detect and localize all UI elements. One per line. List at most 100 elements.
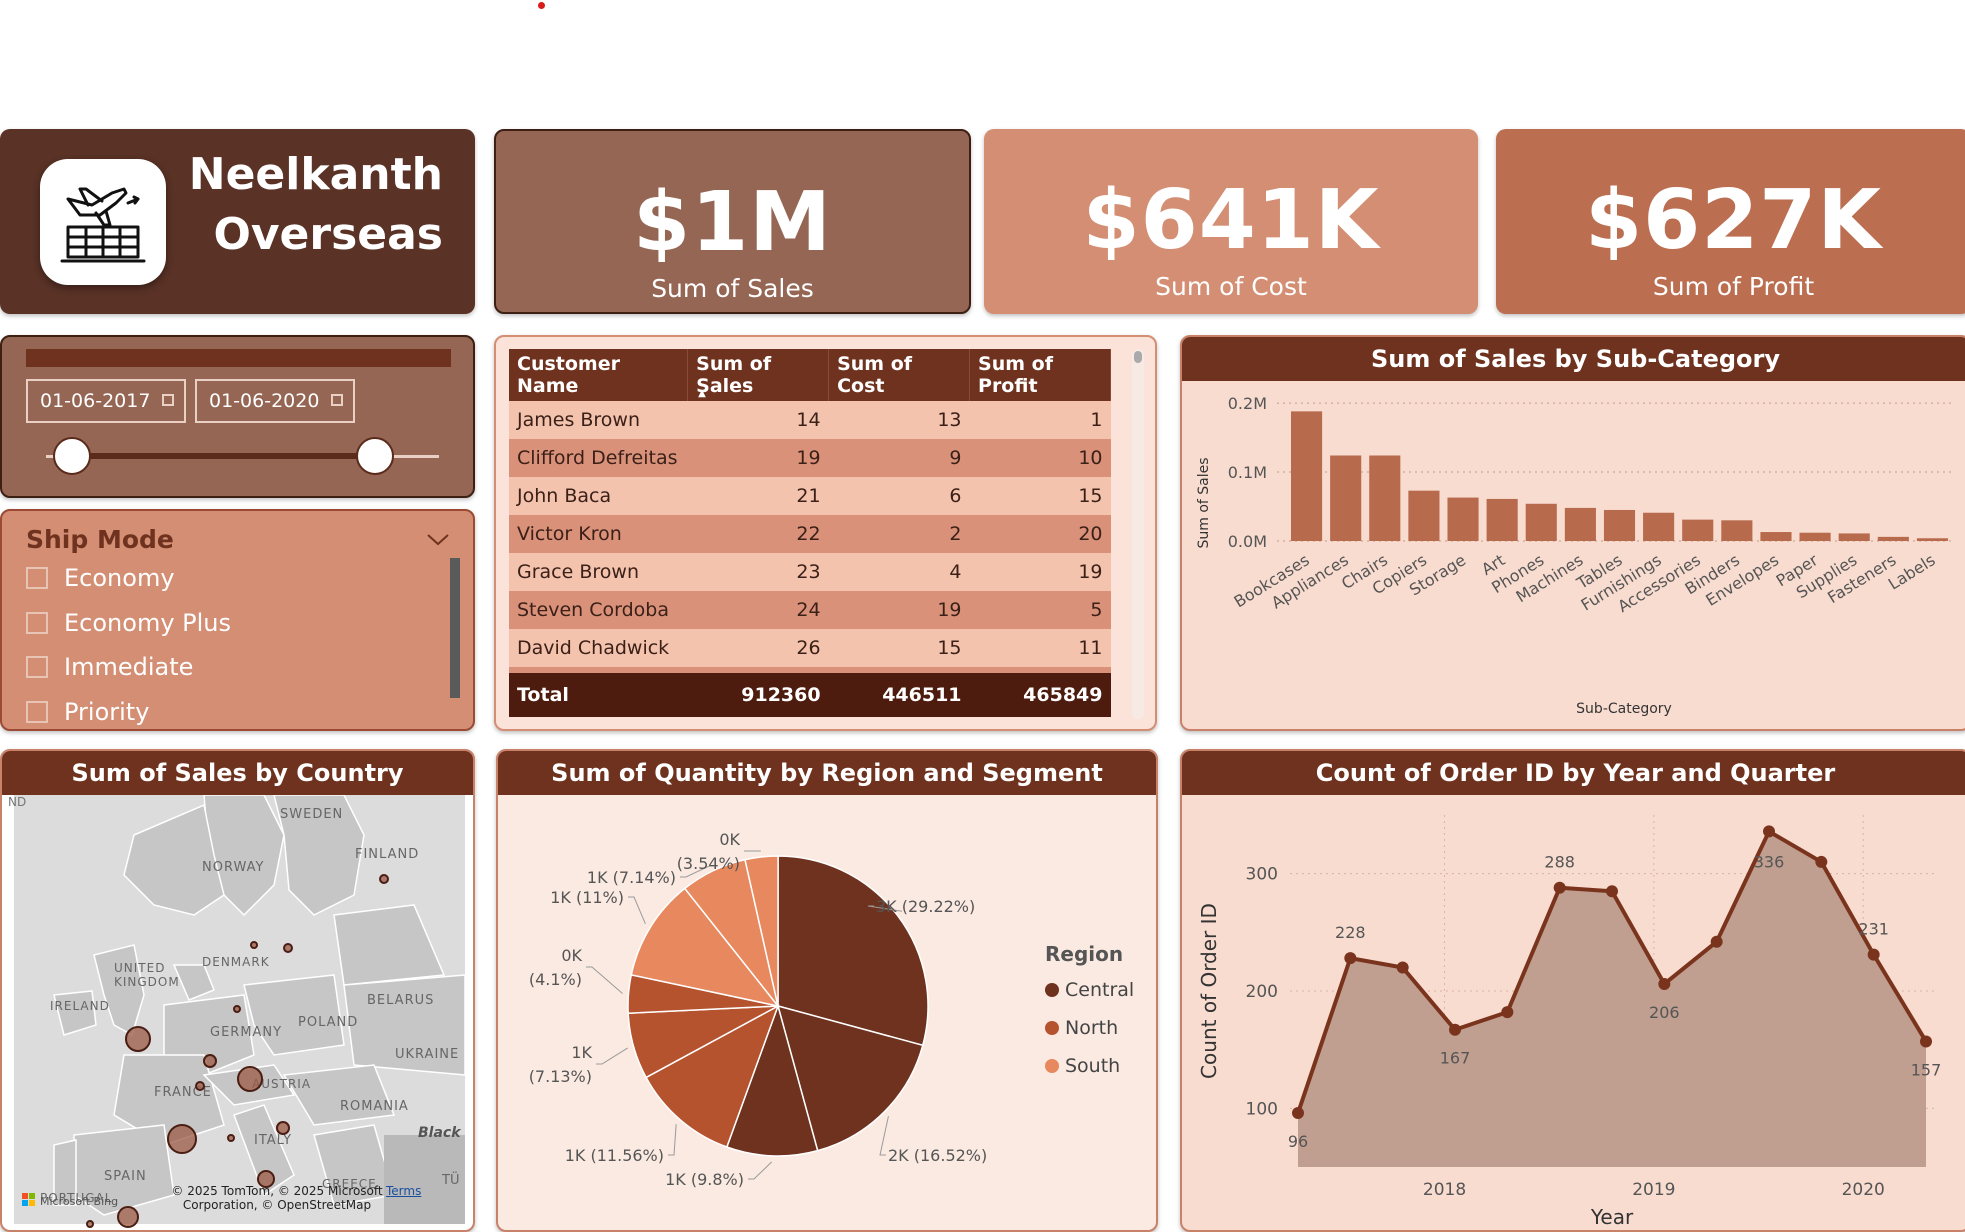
bar[interactable] bbox=[1330, 455, 1362, 541]
data-point[interactable] bbox=[1815, 855, 1828, 868]
map-bubble[interactable] bbox=[117, 1206, 139, 1228]
brand-line-1: Neelkanth bbox=[188, 149, 443, 200]
calendar-icon[interactable] bbox=[331, 394, 343, 406]
map-bubble[interactable] bbox=[283, 943, 293, 953]
data-point[interactable] bbox=[1553, 881, 1566, 894]
column-header-sorted[interactable]: Sum of Sales ▲ bbox=[687, 349, 830, 401]
bar[interactable] bbox=[1486, 498, 1518, 541]
y-tick-label: 200 bbox=[1246, 982, 1278, 1002]
map-bubble[interactable] bbox=[86, 1220, 94, 1228]
table-row[interactable]: David Chadwick 26 15 11 bbox=[509, 629, 1111, 667]
bar[interactable] bbox=[1369, 455, 1401, 541]
data-point[interactable] bbox=[1867, 948, 1880, 961]
data-point[interactable] bbox=[1396, 961, 1409, 974]
ship-option-priority[interactable]: Priority bbox=[26, 697, 149, 727]
data-point[interactable] bbox=[1658, 977, 1671, 990]
bar[interactable] bbox=[1721, 520, 1753, 541]
x-tick-label: 2020 bbox=[1842, 1180, 1885, 1200]
bar[interactable] bbox=[1760, 532, 1792, 541]
end-date-input[interactable]: 01-06-2020 bbox=[195, 379, 355, 423]
start-date-input[interactable]: 01-06-2017 bbox=[26, 379, 186, 423]
bar[interactable] bbox=[1447, 497, 1479, 541]
map-bubble[interactable] bbox=[250, 941, 258, 949]
terms-link[interactable]: Terms bbox=[386, 1184, 421, 1198]
data-point[interactable] bbox=[1710, 935, 1723, 948]
bar[interactable] bbox=[1291, 411, 1323, 541]
checkbox[interactable] bbox=[26, 701, 48, 723]
x-tick-label: 2018 bbox=[1423, 1180, 1466, 1200]
bar[interactable] bbox=[1838, 533, 1870, 541]
data-point[interactable] bbox=[1920, 1035, 1932, 1048]
checkbox[interactable] bbox=[26, 656, 48, 678]
map-bubble[interactable] bbox=[276, 1121, 290, 1135]
cell: 465849 bbox=[969, 673, 1111, 717]
scrollbar[interactable] bbox=[450, 558, 460, 698]
column-header[interactable]: Sum of Cost bbox=[828, 349, 971, 401]
cell: 19 bbox=[828, 591, 970, 629]
ship-option-immediate[interactable]: Immediate bbox=[26, 652, 193, 682]
table-scrollbar[interactable] bbox=[1132, 349, 1144, 719]
calendar-icon[interactable] bbox=[162, 394, 174, 406]
column-header[interactable]: Sum of Profit bbox=[969, 349, 1111, 401]
bar[interactable] bbox=[1643, 512, 1675, 541]
slider-start-handle[interactable] bbox=[53, 437, 91, 475]
checkbox[interactable] bbox=[26, 567, 48, 589]
bar[interactable] bbox=[1916, 538, 1948, 541]
legend-title: Region bbox=[1045, 942, 1124, 966]
legend-item-north[interactable]: North bbox=[1045, 1009, 1134, 1047]
data-point[interactable] bbox=[1344, 952, 1357, 965]
ship-option-economy[interactable]: Economy bbox=[26, 563, 175, 593]
cell: 10 bbox=[969, 439, 1111, 477]
data-point[interactable] bbox=[1501, 1006, 1514, 1019]
data-point[interactable] bbox=[1606, 885, 1618, 898]
map-attribution: © 2025 TomTom, © 2025 Microsoft Corporat… bbox=[162, 1184, 392, 1212]
bar[interactable] bbox=[1603, 509, 1636, 541]
area-chart: 100 200 300 2018 2019 2020 96 228 167 288 206 336 23… bbox=[1197, 815, 1941, 1229]
option-label: Economy bbox=[64, 564, 175, 592]
ship-option-economy-plus[interactable]: Economy Plus bbox=[26, 608, 231, 638]
map-bubble[interactable] bbox=[227, 1134, 235, 1142]
map-bubble[interactable] bbox=[233, 1005, 241, 1013]
scrollbar-thumb[interactable] bbox=[1134, 351, 1142, 363]
map-label: IRELAND bbox=[50, 999, 110, 1013]
bar[interactable] bbox=[1564, 507, 1596, 541]
table-row[interactable]: Steven Cordoba 24 19 5 bbox=[509, 591, 1111, 629]
table-row[interactable]: James Brown 14 13 1 bbox=[509, 401, 1111, 439]
bar[interactable] bbox=[1877, 536, 1909, 541]
table-total-row: Total 912360 446511 465849 bbox=[509, 673, 1111, 717]
map-label: POLAND bbox=[298, 1015, 359, 1030]
data-label: 96 bbox=[1288, 1132, 1308, 1151]
quantity-by-region-card: Sum of Quantity by Region and Segment 3K… bbox=[496, 749, 1158, 1232]
data-point[interactable] bbox=[1292, 1107, 1304, 1120]
chevron-down-icon[interactable] bbox=[426, 533, 450, 547]
slider-end-handle[interactable] bbox=[356, 437, 394, 475]
table-row[interactable]: John Baca 21 6 15 bbox=[509, 477, 1111, 515]
map-bubble[interactable] bbox=[379, 874, 389, 884]
map-bubble[interactable] bbox=[237, 1066, 263, 1092]
map-bubble[interactable] bbox=[257, 1170, 275, 1188]
map-bubble[interactable] bbox=[195, 1081, 205, 1091]
y-axis-title: Count of Order ID bbox=[1197, 903, 1221, 1079]
table-row[interactable]: Victor Kron 22 2 20 bbox=[509, 515, 1111, 553]
slicer-title: Ship Mode bbox=[26, 525, 174, 554]
legend-item-south[interactable]: South bbox=[1045, 1047, 1134, 1085]
table-row[interactable]: Clifford Defreitas 19 9 10 bbox=[509, 439, 1111, 477]
data-point[interactable] bbox=[1763, 825, 1775, 838]
checkbox[interactable] bbox=[26, 612, 48, 634]
bar[interactable] bbox=[1525, 503, 1557, 541]
slice-label: 1K (11.56%) bbox=[565, 1146, 664, 1165]
leader-line bbox=[628, 896, 646, 925]
map-bubble[interactable] bbox=[203, 1054, 217, 1068]
cell: 9 bbox=[828, 439, 970, 477]
data-label: 167 bbox=[1440, 1049, 1471, 1068]
data-point[interactable] bbox=[1449, 1023, 1461, 1036]
map-bubble[interactable] bbox=[125, 1026, 151, 1052]
bar[interactable] bbox=[1682, 519, 1714, 541]
legend-item-central[interactable]: Central bbox=[1045, 971, 1134, 1009]
bar[interactable] bbox=[1408, 490, 1440, 541]
column-header[interactable]: Customer Name bbox=[509, 349, 689, 401]
attribution-text: © 2025 TomTom, © 2025 Microsoft Corporat… bbox=[171, 1184, 383, 1212]
table-row[interactable]: Grace Brown 23 4 19 bbox=[509, 553, 1111, 591]
map-bubble[interactable] bbox=[167, 1124, 197, 1154]
bar[interactable] bbox=[1799, 532, 1831, 541]
